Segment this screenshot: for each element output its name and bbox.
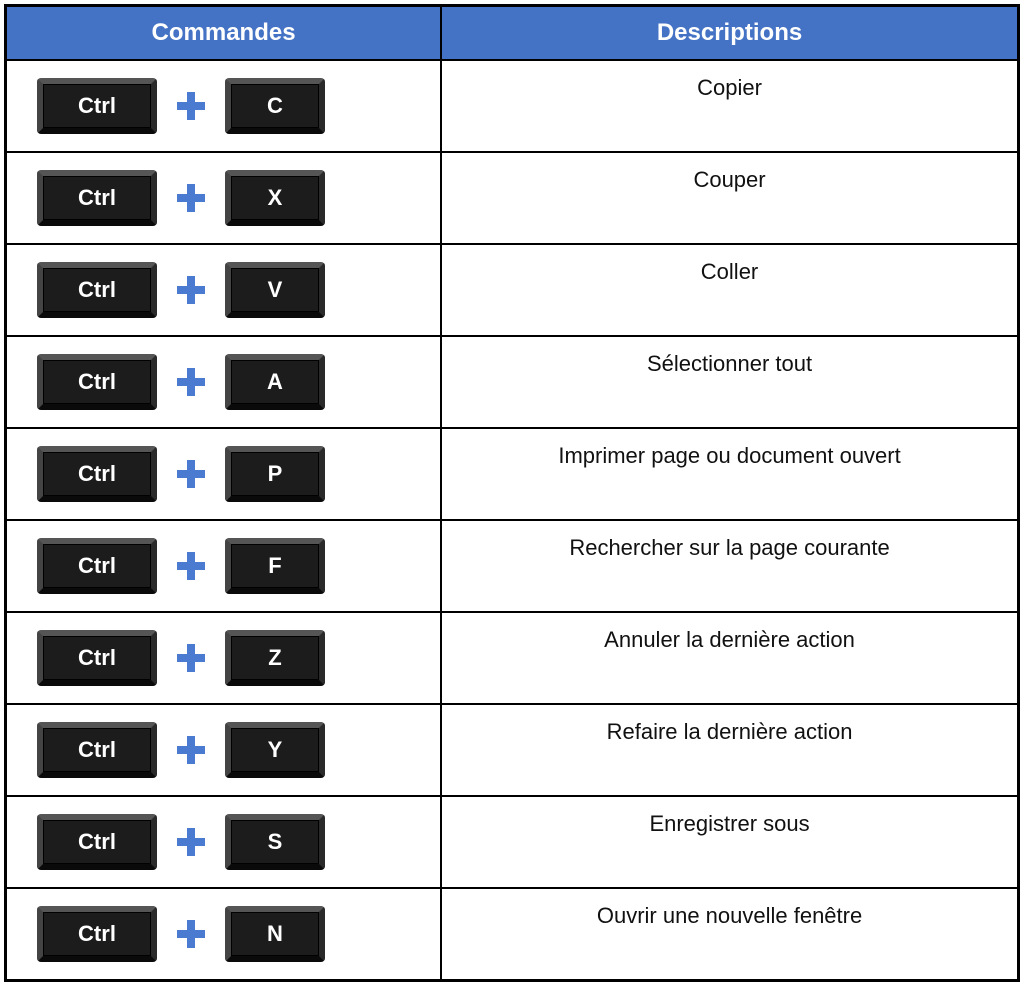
plus-icon [175,182,207,214]
key-ctrl: Ctrl [37,814,157,870]
description-cell: Rechercher sur la page courante [441,520,1018,612]
plus-icon [175,90,207,122]
key-ctrl: Ctrl [37,354,157,410]
description-cell: Sélectionner tout [441,336,1018,428]
description-cell: Annuler la dernière action [441,612,1018,704]
description-cell: Imprimer page ou document ouvert [441,428,1018,520]
command-cell: Ctrl Y [6,704,442,796]
key-ctrl: Ctrl [37,446,157,502]
command-cell: Ctrl Z [6,612,442,704]
plus-icon [175,366,207,398]
table-row: Ctrl N Ouvrir une nouvelle fenêtre [6,888,1019,980]
key-letter: X [225,170,325,226]
plus-icon [175,642,207,674]
command-combo: Ctrl V [19,262,428,318]
table-row: Ctrl Y Refaire la dernière action [6,704,1019,796]
command-combo: Ctrl C [19,78,428,134]
key-ctrl: Ctrl [37,262,157,318]
key-ctrl: Ctrl [37,722,157,778]
table-row: Ctrl S Enregistrer sous [6,796,1019,888]
table-row: Ctrl P Imprimer page ou document ouvert [6,428,1019,520]
plus-icon [175,550,207,582]
command-cell: Ctrl F [6,520,442,612]
table-row: Ctrl A Sélectionner tout [6,336,1019,428]
header-descriptions: Descriptions [441,6,1018,61]
description-cell: Ouvrir une nouvelle fenêtre [441,888,1018,980]
key-ctrl: Ctrl [37,630,157,686]
command-combo: Ctrl F [19,538,428,594]
command-combo: Ctrl Z [19,630,428,686]
command-cell: Ctrl X [6,152,442,244]
table-row: Ctrl V Coller [6,244,1019,336]
shortcuts-table: Commandes Descriptions Ctrl C Copier Ctr… [4,4,1020,982]
description-cell: Copier [441,60,1018,152]
key-letter: Y [225,722,325,778]
plus-icon [175,458,207,490]
key-ctrl: Ctrl [37,906,157,962]
description-cell: Coller [441,244,1018,336]
key-letter: N [225,906,325,962]
table-row: Ctrl X Couper [6,152,1019,244]
command-cell: Ctrl N [6,888,442,980]
key-letter: A [225,354,325,410]
command-cell: Ctrl S [6,796,442,888]
description-cell: Refaire la dernière action [441,704,1018,796]
command-combo: Ctrl X [19,170,428,226]
table-row: Ctrl C Copier [6,60,1019,152]
command-cell: Ctrl A [6,336,442,428]
key-ctrl: Ctrl [37,78,157,134]
command-combo: Ctrl S [19,814,428,870]
plus-icon [175,918,207,950]
key-letter: F [225,538,325,594]
plus-icon [175,274,207,306]
key-letter: C [225,78,325,134]
command-combo: Ctrl N [19,906,428,962]
command-cell: Ctrl P [6,428,442,520]
key-letter: P [225,446,325,502]
command-combo: Ctrl Y [19,722,428,778]
key-letter: S [225,814,325,870]
command-cell: Ctrl V [6,244,442,336]
command-cell: Ctrl C [6,60,442,152]
key-letter: Z [225,630,325,686]
plus-icon [175,826,207,858]
command-combo: Ctrl P [19,446,428,502]
key-letter: V [225,262,325,318]
table-row: Ctrl Z Annuler la dernière action [6,612,1019,704]
key-ctrl: Ctrl [37,538,157,594]
command-combo: Ctrl A [19,354,428,410]
header-commands: Commandes [6,6,442,61]
table-row: Ctrl F Rechercher sur la page courante [6,520,1019,612]
plus-icon [175,734,207,766]
description-cell: Enregistrer sous [441,796,1018,888]
description-cell: Couper [441,152,1018,244]
key-ctrl: Ctrl [37,170,157,226]
